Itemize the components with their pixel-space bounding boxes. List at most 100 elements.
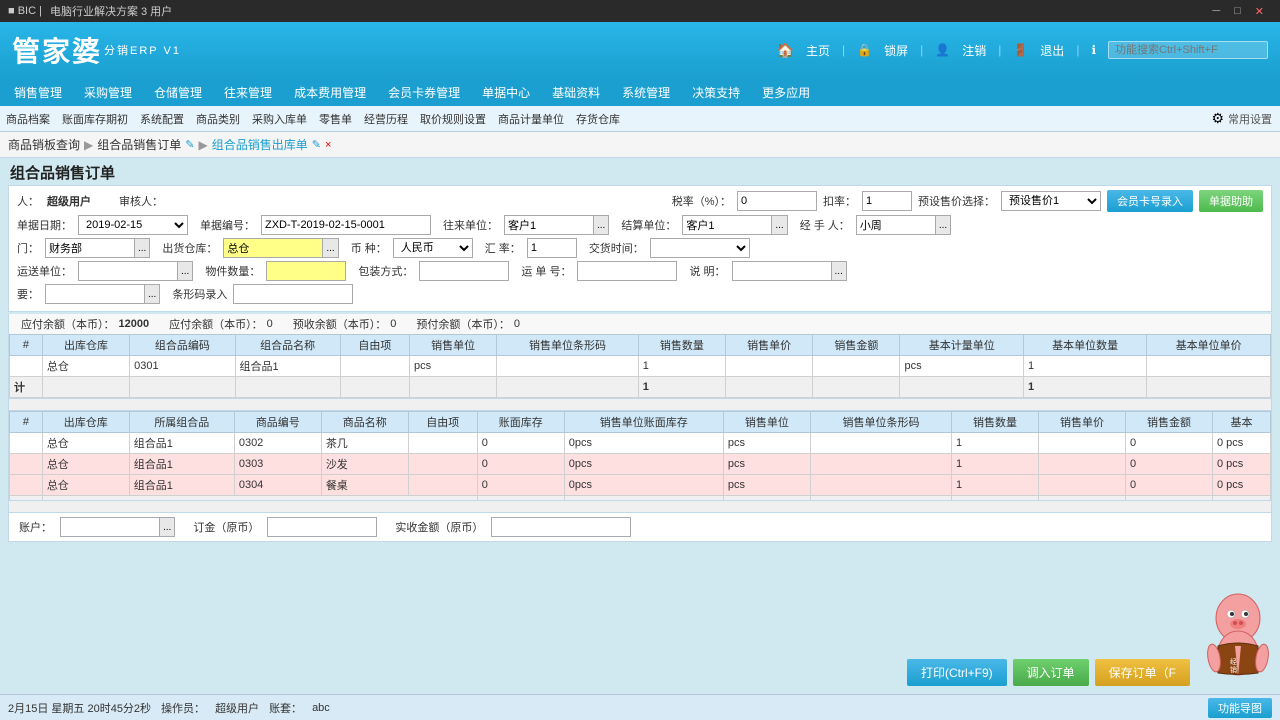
td-total-empty10 — [1147, 377, 1271, 398]
th-barcode: 销售单位条形码 — [497, 335, 639, 356]
minimize-btn[interactable]: ─ — [1212, 5, 1220, 18]
subnav-purchase-in[interactable]: 采购入库单 — [252, 111, 307, 127]
ship-no-input[interactable] — [577, 261, 677, 281]
nav-warehouse[interactable]: 仓储管理 — [144, 80, 212, 105]
memo-ellipsis-btn[interactable]: ... — [145, 284, 160, 304]
close-btn[interactable]: ✕ — [1255, 5, 1264, 18]
order-no-input[interactable] — [261, 215, 431, 235]
currency-select[interactable]: 人民币 — [393, 238, 473, 258]
nav-more[interactable]: 更多应用 — [752, 80, 820, 105]
logout-icon: 👤 — [935, 43, 950, 57]
settings-label[interactable]: 常用设置 — [1228, 111, 1272, 127]
pack-input[interactable] — [419, 261, 509, 281]
balance-prepaid: 预收余额（本币）： 0 — [293, 316, 397, 332]
partner-ellipsis-btn[interactable]: ... — [594, 215, 609, 235]
date-input[interactable]: 2019-02-15 — [78, 215, 188, 235]
scroll-bar-2[interactable] — [8, 501, 1272, 513]
ship-unit-input[interactable] — [78, 261, 178, 281]
nav-transactions[interactable]: 往来管理 — [214, 80, 282, 105]
func-search-input[interactable] — [1108, 41, 1268, 59]
btd-stock-1: 0 — [477, 433, 564, 454]
memo-input[interactable] — [45, 284, 145, 304]
nav-sales[interactable]: 销售管理 — [4, 80, 72, 105]
nav-member[interactable]: 会员卡券管理 — [378, 80, 470, 105]
ship-unit-ellipsis-btn[interactable]: ... — [178, 261, 193, 281]
func-map-btn[interactable]: 功能导图 — [1208, 698, 1272, 718]
subnav-config[interactable]: 系统配置 — [140, 111, 184, 127]
account-ellipsis-btn[interactable]: ... — [160, 517, 175, 537]
price-select[interactable]: 预设售价1 — [1001, 191, 1101, 211]
dept-ellipsis-btn[interactable]: ... — [135, 238, 150, 258]
actual-amount-input[interactable] — [491, 517, 631, 537]
bottom-row-3[interactable]: 总仓 组合品1 0304 餐桌 0 0pcs pcs 1 0 0 pcs — [10, 475, 1271, 496]
pieces-input[interactable] — [266, 261, 346, 281]
nav-system[interactable]: 系统管理 — [612, 80, 680, 105]
top-table-row[interactable]: 总仓 0301 组合品1 pcs 1 pcs 1 — [10, 356, 1271, 377]
help-btn[interactable]: 单据助助 — [1199, 190, 1263, 212]
note-input[interactable] — [732, 261, 832, 281]
nav-cost[interactable]: 成本费用管理 — [284, 80, 376, 105]
dept-input[interactable] — [45, 238, 135, 258]
import-btn[interactable]: 调入订单 — [1013, 659, 1089, 686]
btd-price-2 — [1039, 454, 1126, 475]
tax-rate-input[interactable] — [737, 191, 817, 211]
nav-basic[interactable]: 基础资料 — [542, 80, 610, 105]
subnav-product-file[interactable]: 商品档案 — [6, 111, 50, 127]
bc-icon-1[interactable]: ✎ — [185, 138, 194, 151]
subnav-category[interactable]: 商品类别 — [196, 111, 240, 127]
nav-voucher[interactable]: 单据中心 — [472, 80, 540, 105]
subnav-pricing[interactable]: 取价规则设置 — [420, 111, 486, 127]
trade-time-select[interactable] — [650, 238, 750, 258]
btd-name-2: 沙发 — [321, 454, 408, 475]
bc-icon-2[interactable]: ✎ — [312, 138, 321, 151]
svg-text:经: 经 — [1230, 657, 1237, 666]
handler-ellipsis-btn[interactable]: ... — [936, 215, 951, 235]
subnav-uom[interactable]: 商品计量单位 — [498, 111, 564, 127]
svg-text:销: 销 — [1230, 665, 1237, 674]
lock-link[interactable]: 锁屏 — [884, 42, 908, 59]
save-btn[interactable]: 保存订单（F — [1095, 659, 1190, 686]
settlement-ellipsis-btn[interactable]: ... — [772, 215, 787, 235]
title-company: 电脑行业解决方案 3 用户 — [50, 3, 172, 19]
td-total-empty4 — [340, 377, 409, 398]
order-amount-label: 订金（原币） — [193, 519, 259, 535]
subnav-stock[interactable]: 存货仓库 — [576, 111, 620, 127]
print-btn[interactable]: 打印(Ctrl+F9) — [907, 659, 1007, 686]
bc-item-2[interactable]: 组合品销售订单 — [97, 136, 181, 153]
subnav-ledger[interactable]: 账面库存期初 — [62, 111, 128, 127]
discount-input[interactable] — [862, 191, 912, 211]
barcode-input[interactable] — [233, 284, 353, 304]
maximize-btn[interactable]: □ — [1234, 5, 1241, 18]
member-card-btn[interactable]: 会员卡号录入 — [1107, 190, 1193, 212]
order-no-field — [261, 215, 431, 235]
home-link[interactable]: 主页 — [806, 42, 830, 59]
td-total-empty1 — [42, 377, 129, 398]
bc-item-1[interactable]: 商品销板查询 — [8, 136, 80, 153]
exchange-input[interactable] — [527, 238, 577, 258]
partner-input[interactable] — [504, 215, 594, 235]
barcode-label: 条形码录入 — [172, 286, 227, 302]
logout-link[interactable]: 注销 — [962, 42, 986, 59]
th-combo-name: 组合品名称 — [235, 335, 340, 356]
bottom-row-1[interactable]: 总仓 组合品1 0302 茶几 0 0pcs pcs 1 0 0 pcs — [10, 433, 1271, 454]
balance-payable-label: 应付余额（本币）： — [21, 316, 115, 332]
header-right: 🏠 主页 | 🔒 锁屏 | 👤 注销 | 🚪 退出 | ℹ — [777, 41, 1268, 59]
exit-link[interactable]: 退出 — [1040, 42, 1064, 59]
order-amount-input[interactable] — [267, 517, 377, 537]
nav-decision[interactable]: 决策支持 — [682, 80, 750, 105]
settings-icon[interactable]: ⚙ — [1211, 110, 1224, 127]
account-input[interactable] — [60, 517, 160, 537]
settlement-input[interactable] — [682, 215, 772, 235]
bottom-row-2[interactable]: 总仓 组合品1 0303 沙发 0 0pcs pcs 1 0 0 pcs — [10, 454, 1271, 475]
scroll-bar-1[interactable] — [8, 399, 1272, 411]
handler-input[interactable] — [856, 215, 936, 235]
warehouse-input[interactable] — [223, 238, 323, 258]
subnav-retail[interactable]: 零售单 — [319, 111, 352, 127]
note-ellipsis-btn[interactable]: ... — [832, 261, 847, 281]
warehouse-ellipsis-btn[interactable]: ... — [323, 238, 338, 258]
nav-purchase[interactable]: 采购管理 — [74, 80, 142, 105]
subnav-history[interactable]: 经营历程 — [364, 111, 408, 127]
note-field: ... — [732, 261, 847, 281]
td-barcode — [497, 356, 639, 377]
bc-item-3[interactable]: 组合品销售出库单 — [212, 136, 308, 153]
